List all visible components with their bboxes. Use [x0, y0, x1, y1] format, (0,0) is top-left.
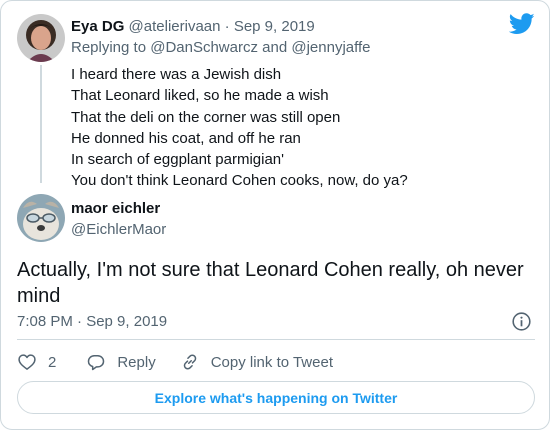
- replying-and: and: [257, 39, 292, 56]
- avatar-main[interactable]: [17, 194, 65, 242]
- parent-text-line: That the deli on the corner was still op…: [71, 108, 341, 126]
- main-tweet-text: Actually, I'm not sure that Leonard Cohe…: [17, 259, 524, 307]
- replying-prefix: Replying to: [71, 39, 151, 56]
- copy-link-button[interactable]: Copy link to Tweet: [180, 352, 333, 372]
- main-display-name[interactable]: maor eichler: [71, 199, 160, 218]
- divider: [17, 339, 535, 340]
- parent-tweet-header: Eya DG @atelierivaan · Sep 9, 2019: [71, 17, 315, 36]
- parent-text-line: You don't think Leonard Cohen cooks, now…: [71, 172, 408, 190]
- replying-mention-1[interactable]: @DanSchwarcz: [150, 39, 258, 56]
- parent-display-name[interactable]: Eya DG: [71, 18, 124, 35]
- tweet-actions: 2 Reply Copy link to Tweet: [17, 351, 333, 373]
- twitter-bird-icon[interactable]: [509, 13, 535, 35]
- info-icon[interactable]: [511, 311, 532, 332]
- explore-twitter-button[interactable]: Explore what's happening on Twitter: [17, 381, 535, 414]
- avatar-parent-image: [17, 14, 65, 62]
- thread-connector-line: [40, 65, 42, 183]
- parent-text-line: I heard there was a Jewish dish: [71, 66, 282, 83]
- copy-link-label: Copy link to Tweet: [210, 353, 333, 371]
- avatar-main-image: [17, 194, 65, 242]
- embedded-tweet-card: Eya DG @atelierivaan · Sep 9, 2019 Reply…: [0, 0, 550, 430]
- like-button[interactable]: 2: [17, 352, 56, 372]
- parent-tweet-text: I heard there was a Jewish dish That Leo…: [71, 64, 511, 192]
- main-handle[interactable]: @EichlerMaor: [71, 220, 166, 239]
- parent-text-line: He donned his coat, and off he ran: [71, 129, 301, 147]
- reply-label: Reply: [117, 353, 156, 371]
- replying-to-line: Replying to @DanSchwarcz and @jennyjaffe: [71, 38, 371, 57]
- main-tweet-timestamp[interactable]: 7:08 PM · Sep 9, 2019: [17, 312, 167, 331]
- heart-icon: [18, 354, 36, 370]
- parent-date[interactable]: Sep 9, 2019: [234, 18, 315, 35]
- reply-button[interactable]: Reply: [86, 352, 156, 372]
- reply-bubble-icon: [88, 355, 105, 371]
- header-separator: ·: [220, 18, 234, 35]
- like-count: 2: [48, 353, 57, 371]
- parent-text-line: In search of eggplant parmigian': [71, 151, 284, 169]
- link-icon: [183, 354, 196, 370]
- avatar-parent[interactable]: [17, 14, 65, 62]
- parent-text-line: That Leonard liked, so he made a wish: [71, 87, 329, 105]
- parent-handle[interactable]: @atelierivaan: [129, 18, 221, 35]
- replying-mention-2[interactable]: @jennyjaffe: [291, 39, 370, 56]
